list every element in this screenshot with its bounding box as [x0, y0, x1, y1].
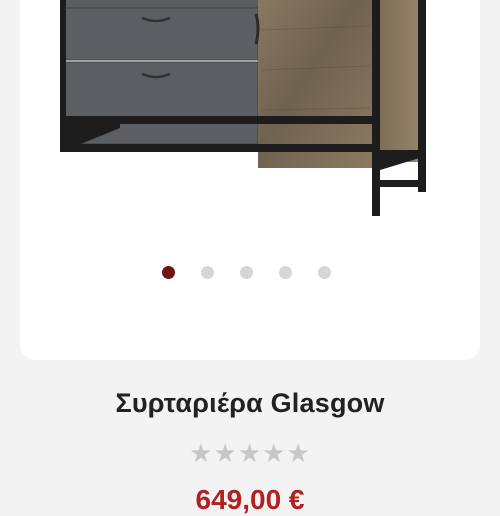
product-image[interactable] — [0, 0, 500, 240]
product-title: Συρταριέρα Glasgow — [115, 388, 385, 418]
carousel-dot-3[interactable] — [239, 266, 253, 279]
carousel-dot-1[interactable] — [161, 266, 175, 279]
star-icon: ★ — [213, 438, 238, 468]
carousel-dot-4[interactable] — [278, 266, 292, 279]
rating-stars: ★★★★★ — [0, 440, 500, 466]
star-icon: ★ — [262, 438, 287, 468]
product-price: 649,00 € — [195, 484, 305, 515]
carousel-dot-5[interactable] — [317, 266, 331, 279]
wood-door — [254, 0, 418, 168]
carousel-dots — [0, 266, 500, 282]
star-icon: ★ — [189, 438, 214, 468]
star-icon: ★ — [286, 438, 311, 468]
star-icon: ★ — [237, 438, 263, 468]
carousel-dot-2[interactable] — [200, 266, 214, 279]
